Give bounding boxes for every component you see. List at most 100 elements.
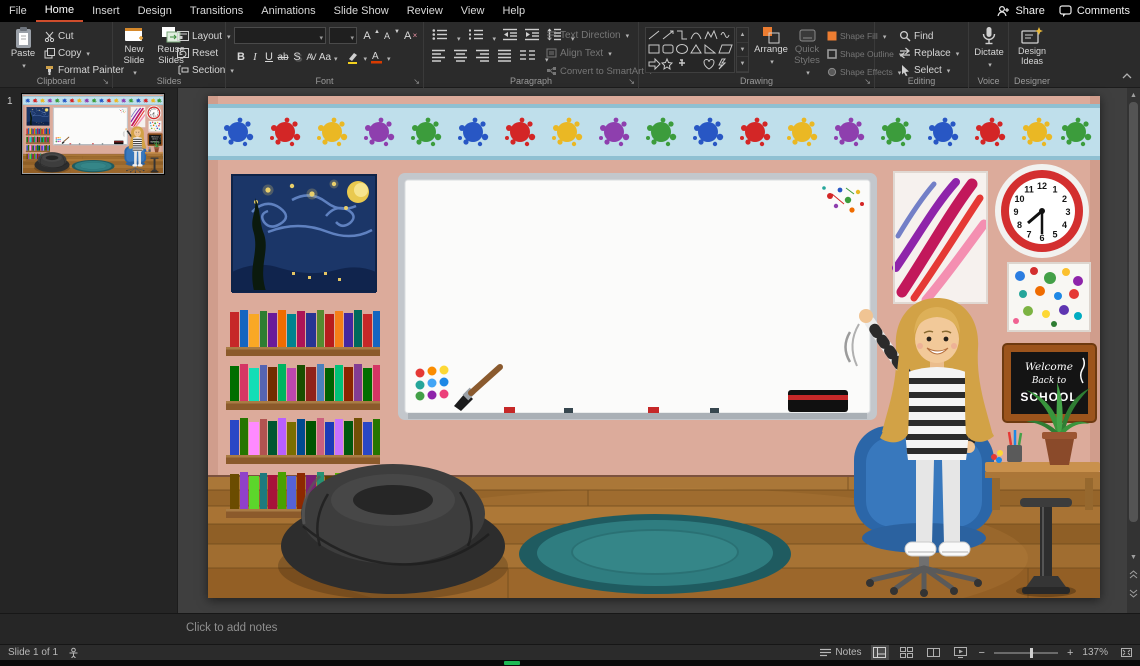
font-color-button[interactable]: A [367,49,385,66]
collapse-ribbon-button[interactable] [1122,66,1132,84]
slide-thumbnail[interactable] [22,94,164,174]
font-group-label: Font [315,76,334,86]
convert-smartart-button[interactable]: Convert to SmartArt [546,63,652,79]
notes-pane[interactable]: Click to add notes [0,613,1140,644]
ribbon-group-slides: New Slide Reuse Slides Layout Reset Sect… [113,22,226,88]
dictate-button[interactable]: Dictate [971,26,1007,71]
paste-dropdown[interactable] [20,61,26,72]
paragraph-dialog-launcher[interactable]: ↘ [628,77,635,86]
share-button[interactable]: Share [997,5,1045,17]
italic-button[interactable]: I [248,49,262,66]
shapes-scroll-up[interactable]: ▲ [737,28,748,43]
numbering-button[interactable] [468,28,484,46]
shapes-gallery[interactable] [645,27,735,73]
scrollbar-thumb[interactable] [1129,102,1138,522]
arrange-button[interactable]: Arrange [753,26,789,68]
columns-button[interactable] [520,49,535,67]
previous-slide-button[interactable] [1127,568,1140,582]
shapes-gallery-icons [648,29,733,71]
tab-transitions[interactable]: Transitions [181,0,252,22]
align-left-button[interactable] [432,49,446,67]
normal-view-button[interactable] [870,645,889,660]
shapes-scroll-down[interactable]: ▼ [737,43,748,58]
shapes-more-button[interactable]: ▼ [737,57,748,73]
svg-text:6: 6 [1039,233,1044,243]
scroll-up-button[interactable]: ▲ [1127,88,1140,102]
grow-font-button[interactable]: A ▲ [360,27,380,44]
zoom-slider-thumb[interactable] [1029,647,1033,658]
new-slide-button[interactable]: New Slide [116,26,152,79]
change-case-button[interactable]: Aa [318,49,332,66]
zoom-slider[interactable] [993,647,1058,658]
decrease-indent-button[interactable] [503,28,518,46]
font-name-combo[interactable] [234,27,326,44]
dot-painting[interactable] [1007,262,1091,332]
font-dialog-launcher[interactable]: ↘ [413,77,420,86]
font-size-combo[interactable] [329,27,357,44]
bullets-button[interactable] [432,28,448,46]
tab-file[interactable]: File [0,0,36,22]
highlight-color-button[interactable] [344,49,362,66]
dictate-icon [982,27,996,45]
new-slide-icon [125,28,143,41]
tab-home[interactable]: Home [35,0,84,22]
whiteboard[interactable] [398,173,877,420]
shape-effects-icon [827,67,837,77]
tab-animations[interactable]: Animations [252,0,324,22]
zoom-level[interactable]: 137% [1082,647,1108,658]
tab-insert[interactable]: Insert [83,0,129,22]
starry-night-painting[interactable] [231,174,377,293]
tab-view[interactable]: View [452,0,494,22]
reading-view-button[interactable] [925,645,943,660]
tab-design[interactable]: Design [129,0,181,22]
smartart-icon [547,67,556,75]
slideshow-view-button[interactable] [952,645,970,660]
accessibility-icon[interactable] [68,647,79,658]
find-button[interactable]: Find [899,28,959,44]
rug[interactable] [519,514,791,594]
clear-formatting-button[interactable]: A × [400,27,418,44]
zoom-in-button[interactable]: + [1067,647,1073,659]
abstract-painting[interactable] [892,171,989,305]
scroll-down-button[interactable]: ▼ [1127,550,1140,564]
align-text-button[interactable]: Align Text [546,45,652,61]
paint-splat-border[interactable] [208,104,1100,160]
shrink-font-button[interactable]: A ▼ [380,27,400,44]
tab-help[interactable]: Help [493,0,534,22]
clipboard-dialog-launcher[interactable]: ↘ [102,77,109,86]
text-shadow-button[interactable]: S [290,49,304,66]
text-direction-button[interactable]: Text Direction [546,27,652,43]
align-right-button[interactable] [476,49,490,67]
tab-slideshow[interactable]: Slide Show [325,0,398,22]
select-icon [902,65,909,76]
replace-button[interactable]: Replace [899,45,959,61]
comments-button[interactable]: Comments [1059,5,1130,17]
menu-bar: File Home Insert Design Transitions Anim… [0,0,1140,22]
design-ideas-button[interactable]: Design Ideas [1011,26,1053,67]
underline-button[interactable]: U [262,49,276,66]
tab-review[interactable]: Review [398,0,452,22]
slide-sorter-view-button[interactable] [898,645,916,660]
strik​ethrough-button[interactable]: ab [276,49,290,66]
drawing-dialog-launcher[interactable]: ↘ [864,77,871,86]
slide-number: 1 [7,96,13,107]
select-button[interactable]: Select [899,62,959,78]
design-ideas-icon [1021,27,1043,44]
notes-toggle[interactable]: Notes [820,647,862,658]
vertical-scrollbar[interactable]: ▲ ▼ [1127,88,1140,613]
increase-indent-button[interactable] [525,28,540,46]
change-case-dropdown[interactable] [332,48,338,66]
bold-button[interactable]: B [234,49,248,66]
zoom-out-button[interactable]: − [979,647,985,659]
align-center-button[interactable] [454,49,468,67]
paste-button[interactable]: Paste [5,26,41,72]
svg-text:3: 3 [1065,207,1070,217]
quick-styles-button[interactable]: Quick Styles [789,26,825,79]
next-slide-button[interactable] [1127,586,1140,600]
slide-editing-surface[interactable]: 12 1 2 3 4 5 6 7 8 9 10 11 Welcome Back … [208,96,1100,598]
justify-button[interactable] [498,49,512,67]
clock[interactable]: 12 1 2 3 4 5 6 7 8 9 10 11 [995,164,1089,258]
svg-text:8: 8 [1017,220,1022,230]
character-spacing-button[interactable]: AV [304,49,318,66]
fit-to-window-button[interactable] [1117,645,1135,660]
